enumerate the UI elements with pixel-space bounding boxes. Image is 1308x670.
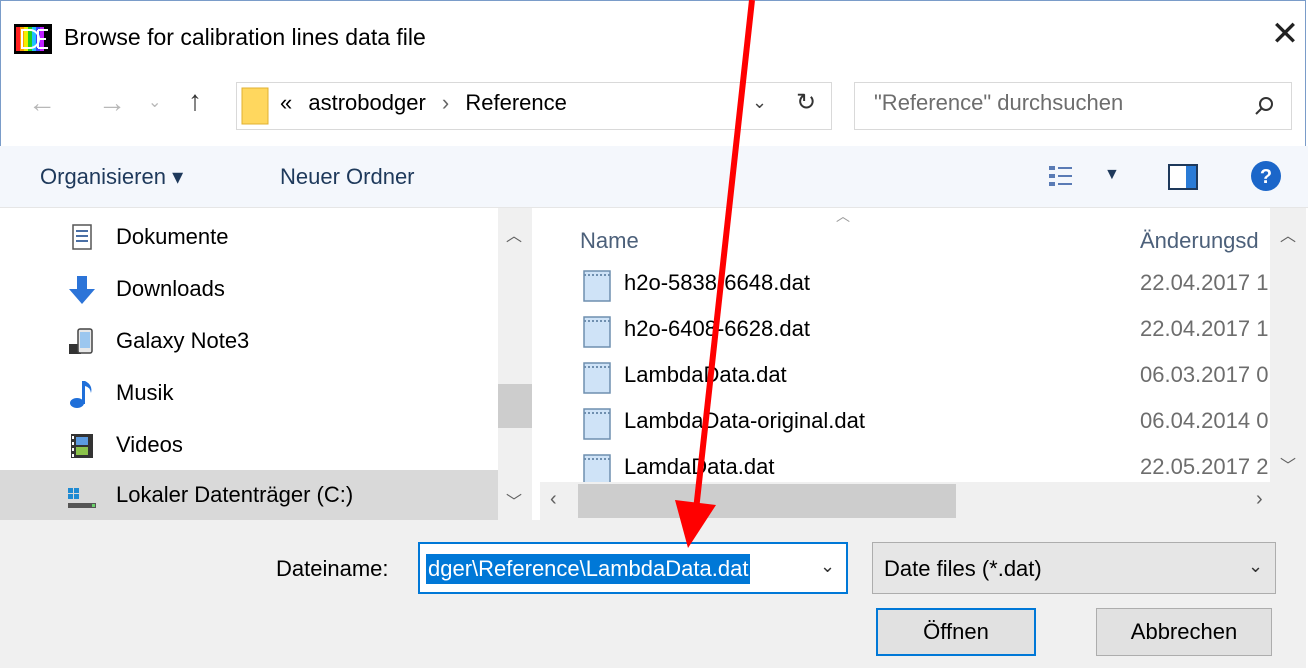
breadcrumb-astrobodger[interactable]: astrobodger [308, 90, 425, 115]
filename-label: Dateiname: [276, 556, 389, 581]
text-file-icon [583, 408, 611, 440]
download-arrow-icon [69, 276, 95, 304]
address-dropdown-chevron-icon[interactable]: ⌄ [752, 92, 767, 113]
file-name: h2o-5838-6648.dat [624, 270, 810, 295]
scroll-up-chevron-icon[interactable]: ︿ [1280, 222, 1296, 246]
sidebar-item-dokumente[interactable]: Dokumente [0, 212, 498, 264]
file-list-vertical-scrollbar[interactable] [1270, 208, 1306, 482]
sidebar-item-label: Galaxy Note3 [116, 328, 250, 353]
file-date: 22.04.2017 1 [1140, 270, 1269, 295]
up-arrow-icon[interactable]: ↑ [188, 86, 202, 116]
breadcrumb-separator: › [441, 90, 450, 115]
recent-locations-chevron-icon[interactable]: ⌄ [148, 88, 161, 118]
back-arrow-icon[interactable]: ← [28, 88, 56, 118]
scroll-down-chevron-icon[interactable]: ﹀ [506, 488, 522, 512]
file-date: 06.04.2014 0 [1140, 408, 1269, 433]
sidebar-item-label: Videos [116, 432, 183, 457]
filename-selected-text[interactable]: dger\Reference\LambdaData.dat [426, 554, 751, 584]
music-note-icon [70, 381, 92, 408]
document-icon [72, 224, 92, 250]
text-file-icon [583, 270, 611, 302]
search-input[interactable]: "Reference" durchsuchen [874, 90, 1123, 116]
breadcrumb: « astrobodger › Reference [280, 90, 567, 116]
file-date: 06.03.2017 0 [1140, 362, 1269, 387]
sidebar-item-galaxy-note3[interactable]: Galaxy Note3 [0, 316, 498, 368]
pane-divider[interactable] [532, 208, 540, 520]
sidebar-item-lokaler-datentraeger[interactable]: Lokaler Datenträger (C:) [0, 470, 498, 522]
scroll-right-chevron-icon[interactable]: › [1256, 488, 1263, 511]
svg-text:?: ? [1260, 166, 1272, 188]
forward-arrow-icon[interactable]: → [98, 88, 126, 118]
sidebar-item-label: Downloads [116, 276, 225, 301]
drive-icon [68, 488, 96, 508]
file-row[interactable]: LambdaData.dat 06.03.2017 0 [540, 354, 1270, 400]
scroll-up-chevron-icon[interactable]: ︿ [506, 222, 522, 246]
breadcrumb-reference[interactable]: Reference [465, 90, 567, 115]
cancel-button[interactable]: Abbrechen [1096, 608, 1272, 656]
file-row[interactable]: LambdaData-original.dat 06.04.2014 0 [540, 400, 1270, 446]
close-button[interactable]: ✕ [1265, 14, 1305, 54]
sidebar-item-downloads[interactable]: Downloads [0, 264, 498, 316]
navigation-scrollbar[interactable] [498, 208, 532, 520]
view-options-icon[interactable] [1048, 164, 1074, 188]
file-name: LambdaData-original.dat [624, 408, 865, 433]
file-date: 22.05.2017 2 [1140, 454, 1269, 479]
scroll-left-chevron-icon[interactable]: ‹ [550, 488, 557, 511]
help-icon[interactable]: ? [1250, 160, 1282, 192]
preview-pane-icon[interactable] [1168, 164, 1198, 190]
sidebar-item-musik[interactable]: Musik [0, 368, 498, 420]
column-header-name[interactable]: Name [580, 228, 639, 254]
sort-ascending-icon: ︿ [836, 208, 850, 224]
text-file-icon [583, 362, 611, 394]
organize-button[interactable]: Organisieren ▾ [40, 164, 183, 190]
file-name: LamdaData.dat [624, 454, 775, 479]
filename-dropdown-chevron-icon[interactable]: ⌄ [820, 556, 835, 577]
file-row[interactable]: h2o-6408-6628.dat 22.04.2017 1 [540, 308, 1270, 354]
sidebar-item-label: Lokaler Datenträger (C:) [116, 482, 354, 507]
column-header-date[interactable]: Änderungsd [1140, 228, 1259, 254]
folder-icon [241, 87, 269, 125]
search-icon[interactable] [1252, 94, 1276, 118]
sidebar-item-videos[interactable]: Videos [0, 420, 498, 472]
breadcrumb-overflow[interactable]: « [280, 90, 292, 115]
film-icon [71, 434, 93, 458]
file-name: LambdaData.dat [624, 362, 787, 387]
scroll-down-chevron-icon[interactable]: ﹀ [1280, 452, 1296, 476]
phone-icon [69, 328, 93, 354]
file-row[interactable]: h2o-5838-6648.dat 22.04.2017 1 [540, 262, 1270, 308]
view-dropdown-chevron-icon[interactable]: ▼ [1104, 166, 1120, 184]
file-name: h2o-6408-6628.dat [624, 316, 810, 341]
open-button[interactable]: Öffnen [876, 608, 1036, 656]
sidebar-item-label: Musik [116, 380, 174, 405]
filetype-value: Date files (*.dat) [884, 556, 1042, 581]
new-folder-button[interactable]: Neuer Ordner [280, 164, 415, 190]
navigation-scrollbar-thumb[interactable] [498, 384, 532, 428]
window-title: Browse for calibration lines data file [64, 24, 426, 50]
filetype-dropdown-chevron-icon[interactable]: ⌄ [1248, 556, 1263, 577]
text-file-icon [583, 316, 611, 348]
refresh-icon[interactable]: ↻ [796, 88, 816, 117]
app-icon [14, 24, 52, 54]
horizontal-scrollbar-thumb[interactable] [578, 484, 956, 518]
file-date: 22.04.2017 1 [1140, 316, 1269, 341]
sidebar-item-label: Dokumente [116, 224, 229, 249]
